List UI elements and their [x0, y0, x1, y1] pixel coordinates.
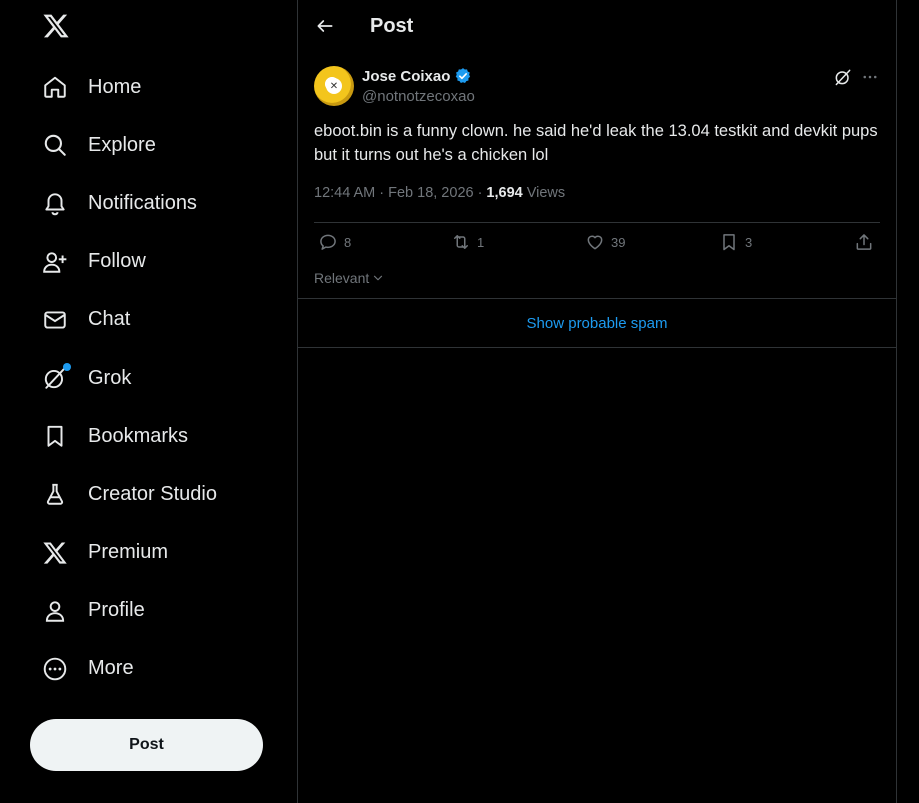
- bell-icon: [42, 190, 68, 216]
- primary-nav: Home Explore Notifications Follow Chat G…: [30, 58, 270, 698]
- divider: [314, 222, 880, 223]
- sidebar-item-label: Chat: [88, 308, 131, 331]
- avatar-mark-icon: ✕: [326, 78, 342, 94]
- separator-dot: ·: [477, 185, 483, 201]
- reply-button[interactable]: 8: [318, 232, 351, 252]
- person-icon: [42, 598, 68, 624]
- replies-sort-dropdown[interactable]: Relevant: [314, 270, 385, 286]
- show-probable-spam-link[interactable]: Show probable spam: [298, 299, 896, 347]
- share-button[interactable]: [854, 232, 874, 252]
- sidebar-item-label: Home: [88, 75, 142, 98]
- verified-badge-icon: [456, 68, 471, 83]
- sidebar-item-notifications[interactable]: Notifications: [30, 174, 270, 232]
- sidebar-item-label: Bookmarks: [88, 424, 189, 447]
- heart-icon: [587, 235, 603, 250]
- sidebar-item-label: Creator Studio: [88, 482, 217, 505]
- divider: [298, 347, 896, 348]
- author-name-text: Jose Coixao: [362, 67, 451, 85]
- tweet-time[interactable]: 12:44 AM: [314, 185, 375, 201]
- sidebar-item-chat[interactable]: Chat: [30, 291, 270, 349]
- tweet-text: eboot.bin is a funny clown. he said he'd…: [314, 122, 878, 164]
- repost-icon: [454, 235, 468, 249]
- more-horizontal-icon[interactable]: [860, 67, 880, 87]
- x-logo-icon: [42, 540, 68, 566]
- sidebar-item-home[interactable]: Home: [30, 58, 270, 116]
- back-arrow-icon[interactable]: [312, 13, 338, 39]
- views-label: Views: [526, 185, 566, 201]
- separator-dot: ·: [379, 185, 385, 201]
- sidebar-item-label: Follow: [88, 250, 146, 273]
- sidebar-item-label: Notifications: [88, 191, 197, 214]
- avatar[interactable]: ✕: [314, 66, 354, 106]
- views-count: 1,694: [486, 185, 523, 201]
- chevron-down-icon: [374, 275, 383, 281]
- more-circle-icon: [42, 656, 68, 682]
- sidebar-item-creator-studio[interactable]: Creator Studio: [30, 465, 270, 523]
- author-name[interactable]: Jose Coixao: [362, 67, 472, 85]
- replies-sort-label: Relevant: [314, 270, 370, 286]
- bookmark-icon: [723, 234, 735, 251]
- mail-icon: [42, 307, 68, 333]
- person-plus-icon: [42, 249, 68, 275]
- tweet-date[interactable]: Feb 18, 2026: [388, 185, 473, 201]
- sidebar-item-bookmarks[interactable]: Bookmarks: [30, 407, 270, 465]
- repost-button[interactable]: 1: [451, 232, 484, 252]
- share-icon: [856, 234, 872, 250]
- post-button[interactable]: Post: [30, 719, 263, 771]
- sidebar-item-label: More: [88, 657, 134, 680]
- grok-icon[interactable]: [833, 67, 853, 87]
- bookmark-count: 3: [745, 234, 753, 250]
- sidebar-item-label: Grok: [88, 366, 132, 389]
- main-column: Post ✕ Jose Coixao @notnotzecoxao eboot.…: [297, 0, 897, 803]
- bookmark-button[interactable]: 3: [719, 232, 752, 252]
- sidebar-item-follow[interactable]: Follow: [30, 233, 270, 291]
- bookmark-icon: [42, 423, 68, 449]
- notification-dot: [63, 363, 71, 372]
- sidebar-item-explore[interactable]: Explore: [30, 116, 270, 174]
- sidebar-item-premium[interactable]: Premium: [30, 524, 270, 582]
- sidebar-item-profile[interactable]: Profile: [30, 582, 270, 640]
- sidebar-item-grok[interactable]: Grok: [30, 349, 270, 407]
- search-icon: [42, 132, 68, 158]
- like-button[interactable]: 39: [585, 232, 625, 252]
- tweet-meta: 12:44 AM · Feb 18, 2026 · 1,694 Views: [314, 185, 565, 201]
- tweet-actions: 8 1 39 3: [314, 232, 880, 260]
- sidebar-item-label: Premium: [88, 541, 169, 564]
- sidebar-item-label: Explore: [88, 133, 156, 156]
- page-header: Post: [298, 0, 896, 53]
- grok-icon: [42, 363, 71, 391]
- sidebar-item-label: Profile: [88, 599, 145, 622]
- author-handle[interactable]: @notnotzecoxao: [362, 88, 475, 105]
- x-logo-icon[interactable]: [38, 8, 74, 44]
- home-icon: [42, 74, 68, 100]
- page-title: Post: [370, 15, 414, 37]
- sidebar: Home Explore Notifications Follow Chat G…: [0, 0, 297, 803]
- sidebar-item-more[interactable]: More: [30, 640, 270, 698]
- reply-icon: [320, 234, 336, 250]
- repost-count: 1: [477, 234, 485, 250]
- reply-count: 8: [344, 234, 352, 250]
- flask-icon: [42, 481, 68, 507]
- like-count: 39: [611, 234, 626, 250]
